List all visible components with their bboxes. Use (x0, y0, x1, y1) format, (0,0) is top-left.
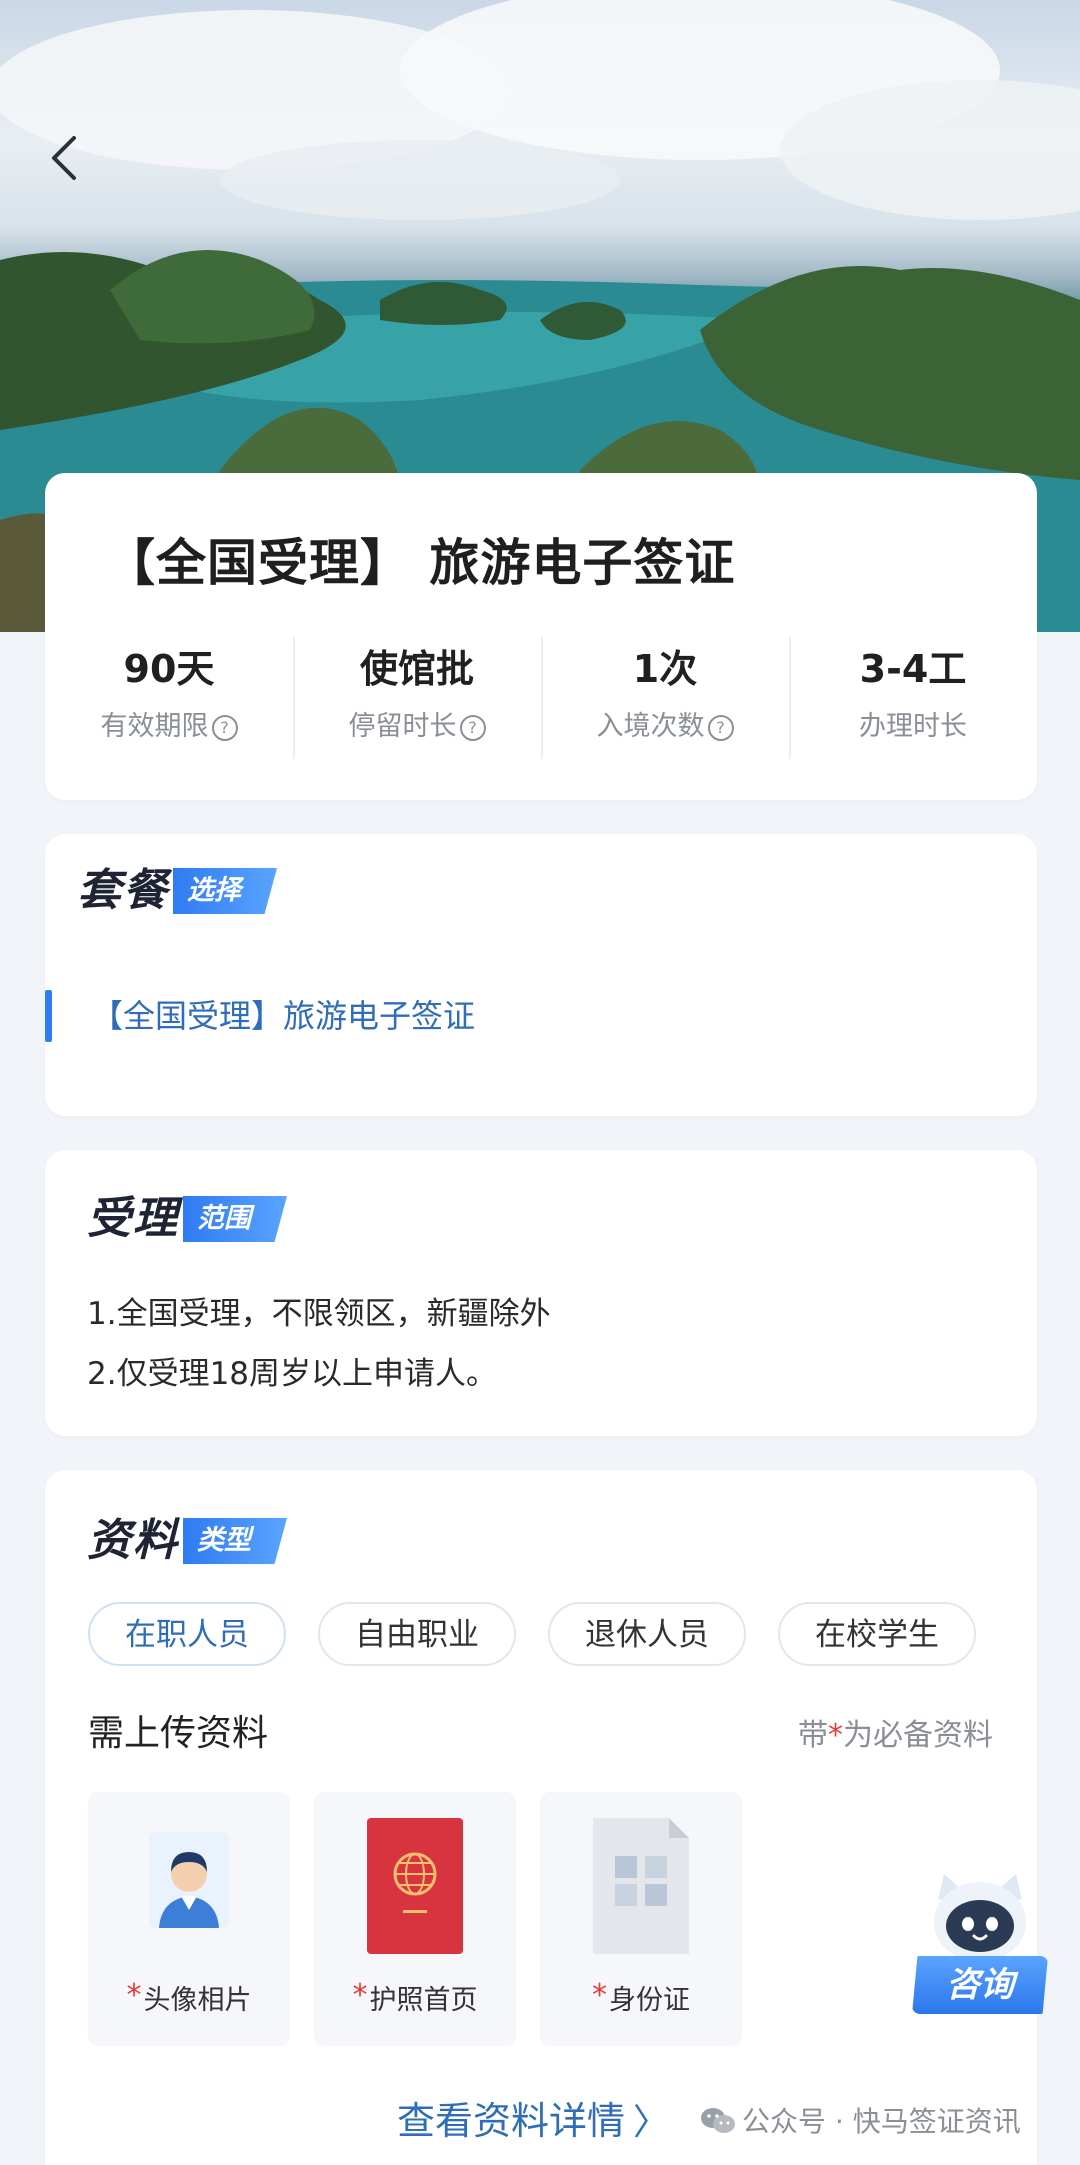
detail-link-label: 查看资料详情 (397, 2099, 626, 2143)
view-document-details-link[interactable]: 查看资料详情〉 (397, 2090, 669, 2145)
section-title-main: 资料 (87, 1515, 179, 1566)
product-summary-card: 【全国受理】 旅游电子签证 90天 有效期限? 使馆批 停留时长? 1次 入境次… (45, 473, 1037, 800)
section-title-tag: 范围 (183, 1196, 287, 1242)
back-button[interactable] (40, 128, 90, 188)
doc-label-text: 身份证 (609, 1985, 690, 2016)
stat-label-row: 停留时长? (293, 709, 541, 745)
tab-student[interactable]: 在校学生 (778, 1602, 976, 1666)
stat-validity: 90天 有效期限? (45, 633, 293, 763)
chevron-right-icon: 〉 (633, 2102, 670, 2143)
required-note: 带*为必备资料 (798, 1710, 993, 1754)
doc-label-text: 护照首页 (369, 1985, 478, 2016)
required-note-suffix: 为必备资料 (843, 1718, 993, 1753)
stat-label: 入境次数 (596, 711, 705, 742)
required-note-prefix: 带 (798, 1718, 828, 1753)
doc-item-id-card[interactable]: *身份证 (540, 1792, 742, 2046)
package-option-selected[interactable]: 【全国受理】旅游电子签证 (45, 988, 475, 1044)
required-star: * (352, 1978, 368, 2013)
tab-retired[interactable]: 退休人员 (548, 1602, 746, 1666)
doc-label: *护照首页 (314, 1978, 516, 2017)
scope-line: 1.全国受理，不限领区，新疆除外 (87, 1296, 551, 1332)
product-title: 【全国受理】 旅游电子签证 (105, 534, 736, 592)
stat-entries: 1次 入境次数? (541, 633, 789, 763)
required-star: * (592, 1978, 607, 2013)
stat-stay-duration: 使馆批 停留时长? (293, 633, 541, 763)
stat-processing-time: 3-4工 办理时长 (789, 633, 1037, 763)
applicant-type-tabs: 在职人员 自由职业 退休人员 在校学生 (88, 1602, 976, 1666)
tab-freelancer[interactable]: 自由职业 (318, 1602, 516, 1666)
avatar-photo-icon (149, 1832, 229, 1928)
package-card: 套餐 选择 【全国受理】旅游电子签证 (45, 834, 1037, 1116)
stat-label: 办理时长 (859, 711, 967, 742)
chevron-left-icon (52, 136, 76, 180)
stat-label: 停留时长 (348, 711, 457, 742)
upload-title: 需上传资料 (88, 1713, 269, 1754)
stat-value: 3-4工 (859, 647, 967, 691)
stat-value: 使馆批 (359, 647, 474, 691)
help-icon[interactable]: ? (211, 715, 238, 741)
wechat-icon (701, 2108, 735, 2133)
doc-label-text: 头像相片 (143, 1985, 252, 2016)
stat-label-row: 入境次数? (541, 709, 789, 745)
tab-employed[interactable]: 在职人员 (88, 1602, 286, 1666)
product-stats: 90天 有效期限? 使馆批 停留时长? 1次 入境次数? 3-4工 办理时长 (45, 633, 1037, 763)
stat-value: 90天 (123, 647, 215, 691)
documents-card: 资料 类型 在职人员 自由职业 退休人员 在校学生 需上传资料 带*为必备资料 … (45, 1470, 1037, 2165)
id-card-doc-icon (593, 1818, 689, 1954)
robot-mascot-icon (934, 1874, 1026, 1962)
stat-value: 1次 (632, 647, 698, 691)
required-star: * (828, 1718, 843, 1753)
section-title-tag: 类型 (183, 1518, 287, 1564)
help-icon[interactable]: ? (459, 715, 486, 741)
stat-label-row: 有效期限? (45, 709, 293, 745)
scope-line: 2.仅受理18周岁以上申请人。 (87, 1356, 498, 1392)
doc-label: *身份证 (540, 1978, 742, 2017)
consult-button[interactable]: 咨询 (910, 1870, 1058, 2020)
scope-card: 受理 范围 1.全国受理，不限领区，新疆除外 2.仅受理18周岁以上申请人。 (45, 1150, 1037, 1436)
help-icon[interactable]: ? (707, 715, 734, 741)
section-title-main: 受理 (87, 1193, 179, 1244)
watermark: 公众号 · 快马签证资讯 (700, 2100, 1021, 2140)
stat-label-row: 办理时长 (789, 709, 1037, 745)
consult-label: 咨询 (912, 1956, 1048, 2014)
watermark-text: 公众号 · 快马签证资讯 (742, 2105, 1021, 2138)
doc-item-photo[interactable]: *头像相片 (88, 1792, 290, 2046)
doc-item-passport[interactable]: *护照首页 (314, 1792, 516, 2046)
passport-icon (367, 1818, 463, 1954)
section-title-tag: 选择 (173, 868, 277, 914)
doc-label: *头像相片 (88, 1978, 290, 2017)
document-list: *头像相片 *护照首页 *身份证 (88, 1792, 742, 2046)
section-title-main: 套餐 (77, 865, 169, 916)
required-star: * (126, 1978, 142, 2013)
stat-label: 有效期限 (100, 711, 209, 742)
